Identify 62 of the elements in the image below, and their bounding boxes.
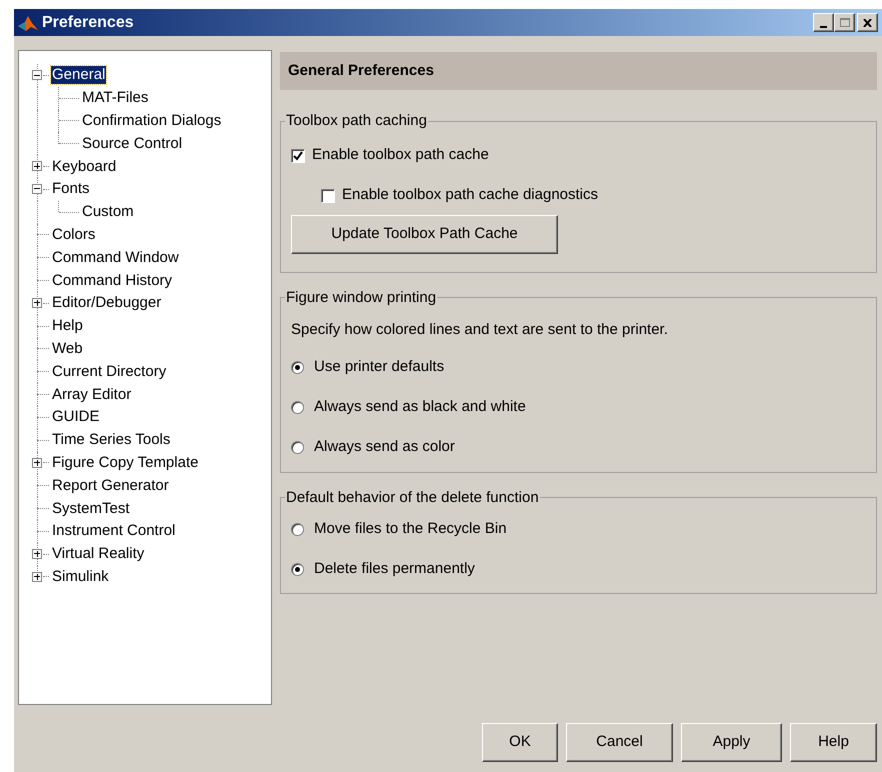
expand-icon[interactable] xyxy=(32,298,42,308)
tree-item[interactable]: General xyxy=(51,66,106,84)
tree-item[interactable]: Fonts xyxy=(51,180,91,198)
tree-item[interactable]: Editor/Debugger xyxy=(51,294,162,312)
app-logo-icon xyxy=(17,14,39,32)
dialog-button[interactable]: Cancel xyxy=(566,723,673,762)
panel-title: General Preferences xyxy=(288,60,434,81)
maximize-button[interactable] xyxy=(834,13,855,32)
tree-item[interactable]: GUIDE xyxy=(51,408,101,426)
tree-item[interactable]: Time Series Tools xyxy=(51,431,172,450)
minimize-icon xyxy=(820,26,827,28)
minimize-button[interactable] xyxy=(813,13,834,32)
tree-item[interactable]: Virtual Reality xyxy=(51,545,146,564)
radio-label: Delete files permanently xyxy=(314,558,475,579)
close-icon xyxy=(863,18,872,26)
tree-item[interactable]: Simulink xyxy=(51,568,110,586)
tree-item[interactable]: MAT-Files xyxy=(81,89,150,108)
radio-button[interactable] xyxy=(291,522,304,536)
description-text: Specify how colored lines and text are sent to the printer. xyxy=(291,320,669,340)
window-title: Preferences xyxy=(42,12,134,32)
tree-item[interactable]: Command History xyxy=(51,272,174,290)
checkbox-label: Enable toolbox path cache xyxy=(312,145,489,166)
dialog-button[interactable]: OK xyxy=(482,723,558,762)
update-button[interactable]: Update Toolbox Path Cache xyxy=(291,214,558,254)
tree-item[interactable]: Web xyxy=(51,340,84,358)
tree-item[interactable]: Custom xyxy=(81,203,135,222)
radio-button[interactable] xyxy=(291,562,304,576)
maximize-icon xyxy=(840,18,850,27)
expand-icon[interactable] xyxy=(32,572,42,582)
tree-item[interactable]: Instrument Control xyxy=(51,522,176,540)
checkbox[interactable] xyxy=(291,148,305,162)
tree-item[interactable]: Help xyxy=(51,317,84,336)
tree-item[interactable]: Array Editor xyxy=(51,386,132,404)
dialog-button[interactable]: Apply xyxy=(681,723,782,762)
tree-item[interactable]: Confirmation Dialogs xyxy=(81,112,222,130)
tree-item[interactable]: Colors xyxy=(51,226,96,244)
expand-icon[interactable] xyxy=(32,548,42,559)
tree-item[interactable]: Command Window xyxy=(51,248,180,267)
tree-item[interactable]: Figure Copy Template xyxy=(51,454,200,472)
tree-item[interactable]: Report Generator xyxy=(51,476,170,495)
dialog-button[interactable]: Help xyxy=(790,723,877,762)
collapse-icon[interactable] xyxy=(32,184,42,194)
tree-item[interactable]: Keyboard xyxy=(51,158,118,176)
tree-item[interactable]: SystemTest xyxy=(51,500,131,518)
checkbox[interactable] xyxy=(321,188,335,202)
expand-icon[interactable] xyxy=(32,161,42,172)
radio-label: Use printer defaults xyxy=(314,357,444,378)
group-title: Default behavior of the delete function xyxy=(285,488,540,508)
radio-label: Always send as color xyxy=(314,437,455,458)
radio-button[interactable] xyxy=(291,361,304,374)
radio-label: Move files to the Recycle Bin xyxy=(314,518,507,539)
collapse-icon[interactable] xyxy=(32,70,42,80)
radio-button[interactable] xyxy=(291,401,304,414)
tree-item[interactable]: Source Control xyxy=(81,134,184,153)
group-title: Figure window printing xyxy=(285,288,438,308)
radio-label: Always send as black and white xyxy=(314,397,526,418)
tree-item[interactable]: Current Directory xyxy=(51,362,168,381)
group-title: Toolbox path caching xyxy=(285,111,428,131)
close-button[interactable] xyxy=(857,13,878,32)
expand-icon[interactable] xyxy=(32,458,42,468)
checkbox-label: Enable toolbox path cache diagnostics xyxy=(342,185,598,206)
radio-button[interactable] xyxy=(291,441,304,454)
